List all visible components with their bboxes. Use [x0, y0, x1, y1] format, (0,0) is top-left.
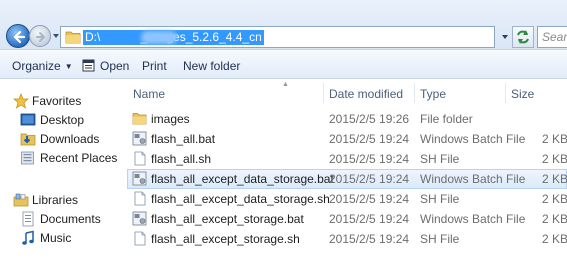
file-size: 2 KB — [542, 192, 567, 206]
arrow-left-icon — [13, 30, 26, 44]
file-row[interactable]: flash_all_except_storage.bat 2015/2/5 19… — [127, 209, 567, 229]
organize-button[interactable]: Organize ▼ — [12, 58, 73, 74]
file-name: flash_all.sh — [151, 152, 212, 166]
file-row-selected[interactable]: flash_all_except_data_storage.bat 2015/2… — [127, 169, 567, 189]
desktop-icon — [20, 113, 36, 126]
file-date: 2015/2/5 19:24 — [329, 172, 410, 186]
file-icon — [134, 191, 146, 206]
file-date: 2015/2/5 19:24 — [329, 212, 410, 226]
file-icon — [134, 151, 146, 166]
file-name: flash_all.bat — [151, 132, 216, 146]
file-row[interactable]: flash_all_except_storage.sh 2015/2/5 19:… — [127, 229, 567, 249]
new-folder-button[interactable]: New folder — [183, 58, 240, 74]
file-name: flash_all_except_storage.sh — [151, 232, 300, 246]
open-label: Open — [100, 59, 130, 73]
file-icon — [134, 231, 146, 246]
libraries-icon — [13, 193, 29, 207]
print-button[interactable]: Print — [142, 58, 167, 74]
chevron-down-icon[interactable] — [499, 29, 511, 45]
sort-ascending-icon: ▲ — [282, 81, 289, 88]
command-bar: Organize ▼ Open Print New folder — [0, 51, 567, 79]
column-size[interactable]: Size — [511, 87, 534, 101]
file-size: 2 KB — [542, 212, 567, 226]
search-input[interactable]: Search — [537, 26, 567, 48]
documents-icon — [22, 211, 34, 227]
file-date: 2015/2/5 19:24 — [329, 132, 410, 146]
file-date: 2015/2/5 19:24 — [329, 152, 410, 166]
nav-libraries-label: Libraries — [32, 193, 79, 207]
nav-desktop-label: Desktop — [40, 113, 85, 127]
file-type: Windows Batch File — [420, 132, 526, 146]
batch-file-icon — [132, 171, 147, 186]
refresh-button[interactable] — [512, 26, 534, 48]
column-type[interactable]: Type — [420, 87, 446, 101]
file-type: SH File — [420, 152, 460, 166]
file-row[interactable]: images 2015/2/5 19:26 File folder — [127, 109, 567, 129]
nav-recent-places-label: Recent Places — [40, 151, 118, 165]
file-type: Windows Batch File — [420, 172, 526, 186]
file-name: flash_all_except_data_storage.sh — [151, 192, 330, 206]
folder-icon — [132, 113, 147, 125]
file-type: SH File — [420, 192, 460, 206]
downloads-folder-icon — [20, 133, 36, 146]
folder-icon — [65, 31, 81, 44]
file-date: 2015/2/5 19:24 — [329, 232, 410, 246]
file-size: 2 KB — [542, 152, 567, 166]
forward-button[interactable] — [29, 25, 51, 47]
batch-file-icon — [132, 131, 147, 146]
redacted-blur — [141, 31, 177, 44]
address-bar-row: D:\_images_5.2.6_4.4_cn Search — [0, 0, 567, 50]
nav-favorites-label: Favorites — [32, 94, 82, 108]
music-note-icon — [22, 230, 34, 245]
file-date: 2015/2/5 19:24 — [329, 192, 410, 206]
back-button[interactable] — [6, 24, 30, 48]
column-divider[interactable] — [505, 83, 506, 103]
nav-music-label: Music — [40, 231, 72, 245]
file-list: Name ▲ Date modified Type Size images 20… — [127, 80, 567, 268]
chevron-down-icon: ▼ — [64, 61, 73, 71]
file-size: 2 KB — [542, 132, 567, 146]
file-name: flash_all_except_storage.bat — [151, 212, 304, 226]
batch-file-icon — [132, 211, 147, 226]
file-size: 2 KB — [542, 232, 567, 246]
organize-label: Organize — [12, 59, 61, 73]
nav-documents-label: Documents — [40, 212, 101, 226]
file-size: 2 KB — [542, 172, 567, 186]
column-divider[interactable] — [323, 83, 324, 103]
file-name: images — [151, 112, 190, 126]
address-path-prefix: D:\ — [85, 30, 101, 44]
file-type: Windows Batch File — [420, 212, 526, 226]
file-name: flash_all_except_data_storage.bat — [151, 172, 334, 186]
nav-downloads-label: Downloads — [40, 132, 100, 146]
address-input[interactable]: D:\ _images_5.2.6_4.4_cn — [60, 26, 495, 48]
open-button[interactable]: Open — [82, 58, 129, 74]
file-row[interactable]: flash_all.bat 2015/2/5 19:24 Windows Bat… — [127, 129, 567, 149]
refresh-icon — [517, 30, 529, 44]
star-icon — [13, 93, 29, 109]
open-window-icon — [82, 59, 95, 72]
recent-places-icon — [21, 151, 34, 165]
column-divider[interactable] — [414, 83, 415, 103]
file-type: File folder — [420, 112, 473, 126]
recent-pages-dropdown-icon[interactable] — [52, 32, 60, 40]
file-row[interactable]: flash_all_except_data_storage.sh 2015/2/… — [127, 189, 567, 209]
arrow-right-icon — [36, 32, 45, 42]
file-type: SH File — [420, 232, 460, 246]
navigation-pane: Favorites Desktop Downloads Recent Place… — [0, 80, 126, 268]
file-row[interactable]: flash_all.sh 2015/2/5 19:24 SH File 2 KB — [127, 149, 567, 169]
file-date: 2015/2/5 19:26 — [329, 112, 410, 126]
column-header: Name ▲ Date modified Type Size — [127, 80, 567, 106]
column-name[interactable]: Name — [133, 87, 165, 101]
column-date-modified[interactable]: Date modified — [329, 87, 403, 101]
